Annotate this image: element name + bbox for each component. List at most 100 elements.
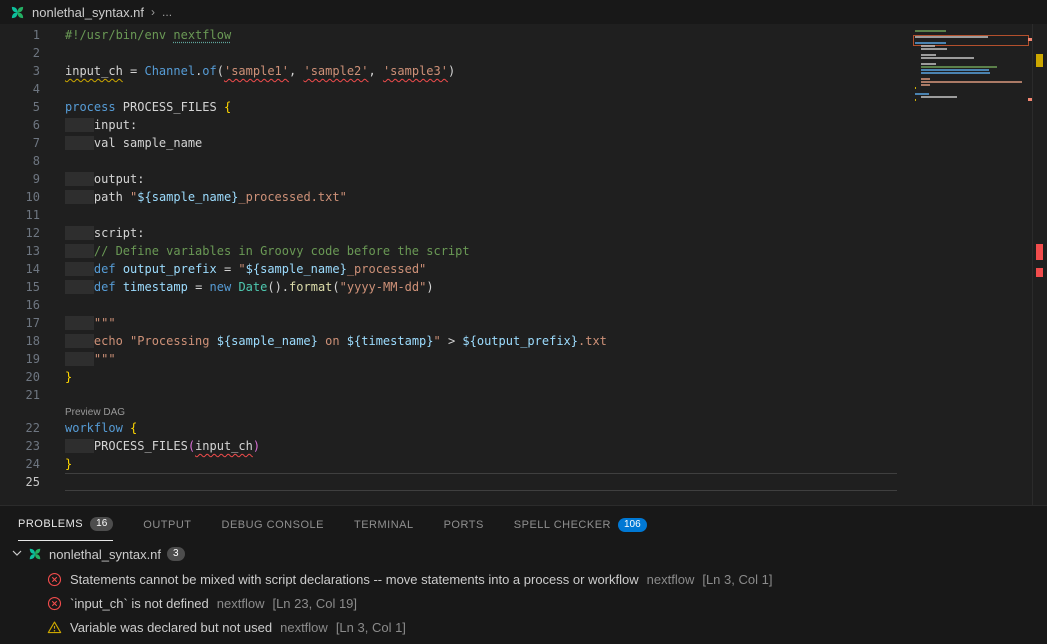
- line-number[interactable]: 4: [0, 80, 40, 98]
- vscode-window: nonlethal_syntax.nf › ... 1#!/usr/bin/en…: [0, 0, 1047, 644]
- line-number[interactable]: 11: [0, 206, 40, 224]
- token: 'sample1': [224, 64, 289, 78]
- line-number[interactable]: 6: [0, 116, 40, 134]
- token: // Define variables in Groovy code befor…: [94, 244, 470, 258]
- code-line[interactable]: 15 def timestamp = new Date().format("yy…: [0, 278, 1047, 296]
- line-number[interactable]: 21: [0, 386, 40, 404]
- panel-tabs: PROBLEMS16 OUTPUT DEBUG CONSOLE TERMINAL POR…: [0, 506, 1047, 541]
- code-line[interactable]: 4: [0, 80, 1047, 98]
- line-number[interactable]: 24: [0, 455, 40, 473]
- code-line[interactable]: 21: [0, 386, 1047, 404]
- token: ): [448, 64, 455, 78]
- line-number[interactable]: 10: [0, 188, 40, 206]
- tab-output[interactable]: OUTPUT: [143, 516, 191, 541]
- tab-debug-console[interactable]: DEBUG CONSOLE: [222, 516, 324, 541]
- line-number[interactable]: 22: [0, 419, 40, 437]
- code-line[interactable]: 18 echo "Processing ${sample_name} on ${…: [0, 332, 1047, 350]
- problem-location: [Ln 3, Col 1]: [702, 572, 772, 587]
- line-number[interactable]: 15: [0, 278, 40, 296]
- code-line[interactable]: 23 PROCESS_FILES(input_ch): [0, 437, 1047, 455]
- line-number[interactable]: 25: [0, 473, 40, 491]
- code-line[interactable]: 10 path "${sample_name}_processed.txt": [0, 188, 1047, 206]
- problem-row[interactable]: Variable was declared but not usednextfl…: [0, 615, 1047, 639]
- breadcrumb: nonlethal_syntax.nf › ...: [0, 0, 1047, 24]
- code-line[interactable]: 14 def output_prefix = "${sample_name}_p…: [0, 260, 1047, 278]
- token: (: [332, 280, 339, 294]
- code-line[interactable]: 16: [0, 296, 1047, 314]
- problem-row[interactable]: `input_ch` is not definednextflow[Ln 23,…: [0, 591, 1047, 615]
- token: def: [94, 280, 116, 294]
- code-line[interactable]: 22workflow {: [0, 419, 1047, 437]
- line-number[interactable]: 18: [0, 332, 40, 350]
- tab-problems[interactable]: PROBLEMS16: [18, 516, 113, 541]
- problem-row[interactable]: Statements cannot be mixed with script d…: [0, 567, 1047, 591]
- tab-spell-checker[interactable]: SPELL CHECKER106: [514, 516, 647, 541]
- line-number[interactable]: 19: [0, 350, 40, 368]
- code-line[interactable]: 5process PROCESS_FILES {: [0, 98, 1047, 116]
- token: ,: [289, 64, 303, 78]
- code-line[interactable]: 20}: [0, 368, 1047, 386]
- code-lines: 1#!/usr/bin/env nextflow23input_ch = Cha…: [0, 26, 1047, 491]
- problem-location: [Ln 3, Col 1]: [336, 620, 406, 635]
- line-number[interactable]: 8: [0, 152, 40, 170]
- minimap[interactable]: [915, 30, 1027, 105]
- code-line[interactable]: 7 val sample_name: [0, 134, 1047, 152]
- tab-terminal[interactable]: TERMINAL: [354, 516, 414, 541]
- overview-ruler[interactable]: [1032, 24, 1047, 505]
- problems-file-count-badge: 3: [167, 547, 185, 561]
- line-number[interactable]: 7: [0, 134, 40, 152]
- line-number[interactable]: 23: [0, 437, 40, 455]
- token: (: [188, 439, 195, 453]
- codelens-preview-dag[interactable]: Preview DAG: [65, 407, 125, 418]
- editor[interactable]: 1#!/usr/bin/env nextflow23input_ch = Cha…: [0, 24, 1047, 505]
- code-line[interactable]: 13 // Define variables in Groovy code be…: [0, 242, 1047, 260]
- code-line[interactable]: 9 output:: [0, 170, 1047, 188]
- error-icon: [47, 596, 62, 611]
- tab-ports[interactable]: PORTS: [444, 516, 484, 541]
- line-number[interactable]: 20: [0, 368, 40, 386]
- code-line[interactable]: 3input_ch = Channel.of('sample1', 'sampl…: [0, 62, 1047, 80]
- line-number[interactable]: 13: [0, 242, 40, 260]
- breadcrumb-filename[interactable]: nonlethal_syntax.nf: [32, 5, 144, 20]
- problem-location: [Ln 23, Col 19]: [272, 596, 357, 611]
- code-line[interactable]: 6 input:: [0, 116, 1047, 134]
- problem-message: Variable was declared but not used: [70, 620, 272, 635]
- code-line[interactable]: 19 """: [0, 350, 1047, 368]
- token: }: [65, 457, 72, 471]
- line-number[interactable]: 2: [0, 44, 40, 62]
- token: [65, 226, 94, 240]
- token: ": [434, 334, 448, 348]
- line-number[interactable]: 17: [0, 314, 40, 332]
- token: >: [448, 334, 462, 348]
- code-line[interactable]: 1#!/usr/bin/env nextflow: [0, 26, 1047, 44]
- token: script:: [94, 226, 145, 240]
- code-line[interactable]: 24}: [0, 455, 1047, 473]
- line-number[interactable]: 14: [0, 260, 40, 278]
- code-line[interactable]: 2: [0, 44, 1047, 62]
- code-line[interactable]: 25: [0, 473, 1047, 491]
- minimap-line: [915, 102, 1027, 105]
- token: [65, 316, 94, 330]
- token: format: [289, 280, 332, 294]
- code-line[interactable]: 8: [0, 152, 1047, 170]
- token: output:: [94, 172, 145, 186]
- line-number[interactable]: 1: [0, 26, 40, 44]
- problems-file-header[interactable]: nonlethal_syntax.nf 3: [0, 541, 1047, 567]
- line-number[interactable]: 3: [0, 62, 40, 80]
- code-line[interactable]: 11: [0, 206, 1047, 224]
- line-number[interactable]: 9: [0, 170, 40, 188]
- code-line[interactable]: 12 script:: [0, 224, 1047, 242]
- code-line[interactable]: 17 """: [0, 314, 1047, 332]
- line-number[interactable]: 5: [0, 98, 40, 116]
- token: """: [94, 352, 116, 366]
- line-number-empty: [0, 404, 40, 419]
- token: [65, 172, 94, 186]
- breadcrumb-more[interactable]: ...: [162, 5, 172, 19]
- line-number[interactable]: 16: [0, 296, 40, 314]
- chevron-down-icon[interactable]: [12, 545, 22, 563]
- token: of: [202, 64, 216, 78]
- token: workflow: [65, 421, 123, 435]
- line-number[interactable]: 12: [0, 224, 40, 242]
- token: [65, 118, 94, 132]
- error-icon: [47, 572, 62, 587]
